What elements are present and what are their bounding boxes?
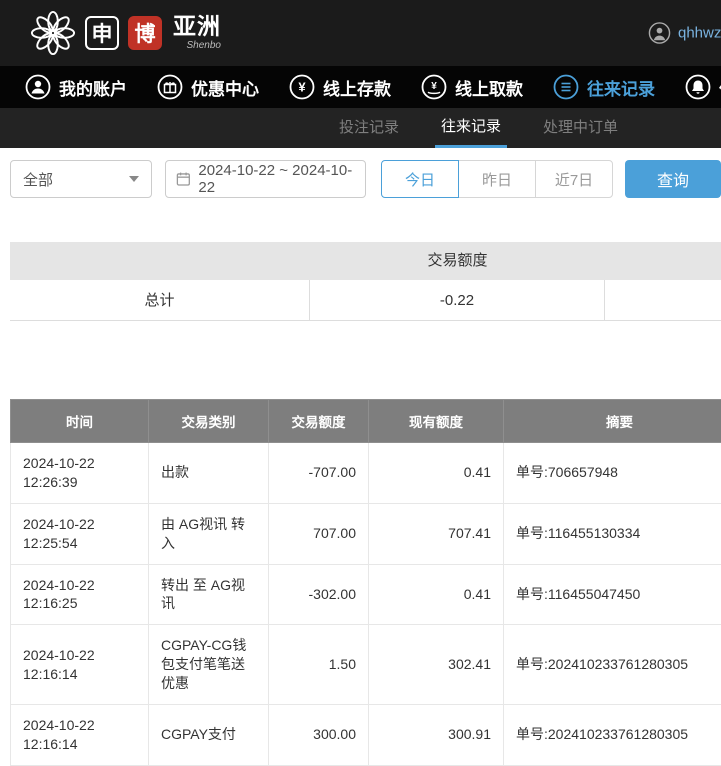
sub-navigation: 投注记录 往来记录 处理中订单 [0, 108, 721, 148]
cell-amount: -707.00 [269, 443, 369, 504]
nav-item-online-withdrawal[interactable]: ¥ 线上取款 [421, 74, 523, 100]
cell-balance: 302.41 [369, 625, 504, 705]
summary-header-label: 交易额度 [310, 242, 605, 280]
type-select-value: 全部 [23, 169, 53, 190]
table-header-row: 时间 交易类别 交易额度 现有额度 摘要 [11, 400, 721, 443]
user-icon [25, 74, 51, 100]
svg-text:¥: ¥ [298, 80, 306, 95]
logo-subtitle: Shenbo [173, 41, 221, 51]
yesterday-button[interactable]: 昨日 [458, 160, 536, 198]
query-button[interactable]: 查询 [625, 160, 721, 198]
cell-amount: -302.00 [269, 564, 369, 625]
logo-flower-icon [30, 10, 76, 56]
cell-summary: 单号:202410233761280305 [504, 705, 721, 766]
cell-balance: 707.41 [369, 503, 504, 564]
last7days-button[interactable]: 近7日 [535, 160, 613, 198]
cell-balance: 0.41 [369, 443, 504, 504]
cell-time: 2024-10-22 12:16:25 [11, 564, 149, 625]
column-header-balance: 现有额度 [369, 400, 504, 443]
cell-time: 2024-10-22 12:26:39 [11, 443, 149, 504]
cell-amount: 707.00 [269, 503, 369, 564]
table-row: 2024-10-22 12:16:14 CGPAY支付 300.00 300.9… [11, 705, 721, 766]
account-button[interactable]: qhhwz [648, 22, 721, 45]
column-header-amount: 交易额度 [269, 400, 369, 443]
svg-text:¥: ¥ [431, 81, 437, 92]
logo-region: 亚洲 [173, 15, 221, 38]
transactions-table: 时间 交易类别 交易额度 现有额度 摘要 2024-10-22 12:26:39… [10, 399, 721, 766]
cell-type: 由 AG视讯 转入 [149, 503, 269, 564]
cell-summary: 单号:706657948 [504, 443, 721, 504]
summary-header-row: 交易额度 [10, 242, 721, 280]
filter-bar: 全部 2024-10-22 ~ 2024-10-22 今日 昨日 近7日 查询 [10, 160, 721, 198]
table-row: 2024-10-22 12:26:39 出款 -707.00 0.41 单号:7… [11, 443, 721, 504]
bell-icon [685, 74, 711, 100]
main-navigation: 我的账户 优惠中心 ¥ 线上存款 ¥ 线上取款 [0, 66, 721, 108]
column-header-summary: 摘要 [504, 400, 721, 443]
date-range-input[interactable]: 2024-10-22 ~ 2024-10-22 [165, 160, 366, 198]
cell-type: CGPAY支付 [149, 705, 269, 766]
table-row: 2024-10-22 12:16:14 CGPAY-CG钱包支付笔笔送优惠 1.… [11, 625, 721, 705]
chevron-down-icon [129, 176, 139, 182]
nav-item-messages[interactable]: 信息 [685, 74, 721, 100]
logo-bo: 博 [128, 16, 162, 50]
nav-item-my-account[interactable]: 我的账户 [25, 74, 127, 100]
cell-summary: 单号:202410233761280305 [504, 625, 721, 705]
cell-time: 2024-10-22 12:16:14 [11, 625, 149, 705]
tab-betting-records[interactable]: 投注记录 [333, 108, 405, 148]
table-row: 2024-10-22 12:16:25 转出 至 AG视讯 -302.00 0.… [11, 564, 721, 625]
summary-total-value: -0.22 [310, 280, 605, 321]
summary-table: 交易额度 总计 -0.22 [10, 242, 721, 321]
withdraw-icon: ¥ [421, 74, 447, 100]
calendar-icon [176, 171, 191, 187]
nav-item-transaction-records[interactable]: 往来记录 [553, 74, 655, 100]
tab-processing-orders[interactable]: 处理中订单 [537, 108, 624, 148]
records-icon [553, 74, 579, 100]
cell-time: 2024-10-22 12:25:54 [11, 503, 149, 564]
nav-item-label: 往来记录 [587, 75, 655, 100]
tab-transaction-records[interactable]: 往来记录 [435, 108, 507, 148]
column-header-type: 交易类别 [149, 400, 269, 443]
cell-summary: 单号:116455047450 [504, 564, 721, 625]
nav-item-label: 线上取款 [455, 75, 523, 100]
cell-amount: 1.50 [269, 625, 369, 705]
user-avatar-icon [648, 22, 671, 45]
nav-item-online-deposit[interactable]: ¥ 线上存款 [289, 74, 391, 100]
logo[interactable]: 申 博 亚洲 Shenbo [30, 10, 221, 56]
date-shortcut-group: 今日 昨日 近7日 [381, 160, 613, 198]
cell-amount: 300.00 [269, 705, 369, 766]
column-header-time: 时间 [11, 400, 149, 443]
summary-total-label: 总计 [10, 280, 310, 321]
nav-item-label: 优惠中心 [191, 75, 259, 100]
cell-balance: 300.91 [369, 705, 504, 766]
nav-item-label: 我的账户 [59, 75, 127, 100]
nav-item-promotions[interactable]: 优惠中心 [157, 74, 259, 100]
cell-balance: 0.41 [369, 564, 504, 625]
summary-total-row: 总计 -0.22 [10, 280, 721, 321]
username: qhhwz [678, 25, 721, 42]
cell-summary: 单号:116455130334 [504, 503, 721, 564]
cell-type: 出款 [149, 443, 269, 504]
table-row: 2024-10-22 12:25:54 由 AG视讯 转入 707.00 707… [11, 503, 721, 564]
logo-shen: 申 [85, 16, 119, 50]
cell-type: 转出 至 AG视讯 [149, 564, 269, 625]
cell-time: 2024-10-22 12:16:14 [11, 705, 149, 766]
deposit-icon: ¥ [289, 74, 315, 100]
gift-icon [157, 74, 183, 100]
top-header: 申 博 亚洲 Shenbo qhhwz [0, 0, 721, 66]
type-select[interactable]: 全部 [10, 160, 152, 198]
cell-type: CGPAY-CG钱包支付笔笔送优惠 [149, 625, 269, 705]
date-range-value: 2024-10-22 ~ 2024-10-22 [198, 162, 355, 196]
today-button[interactable]: 今日 [381, 160, 459, 198]
nav-item-label: 线上存款 [323, 75, 391, 100]
